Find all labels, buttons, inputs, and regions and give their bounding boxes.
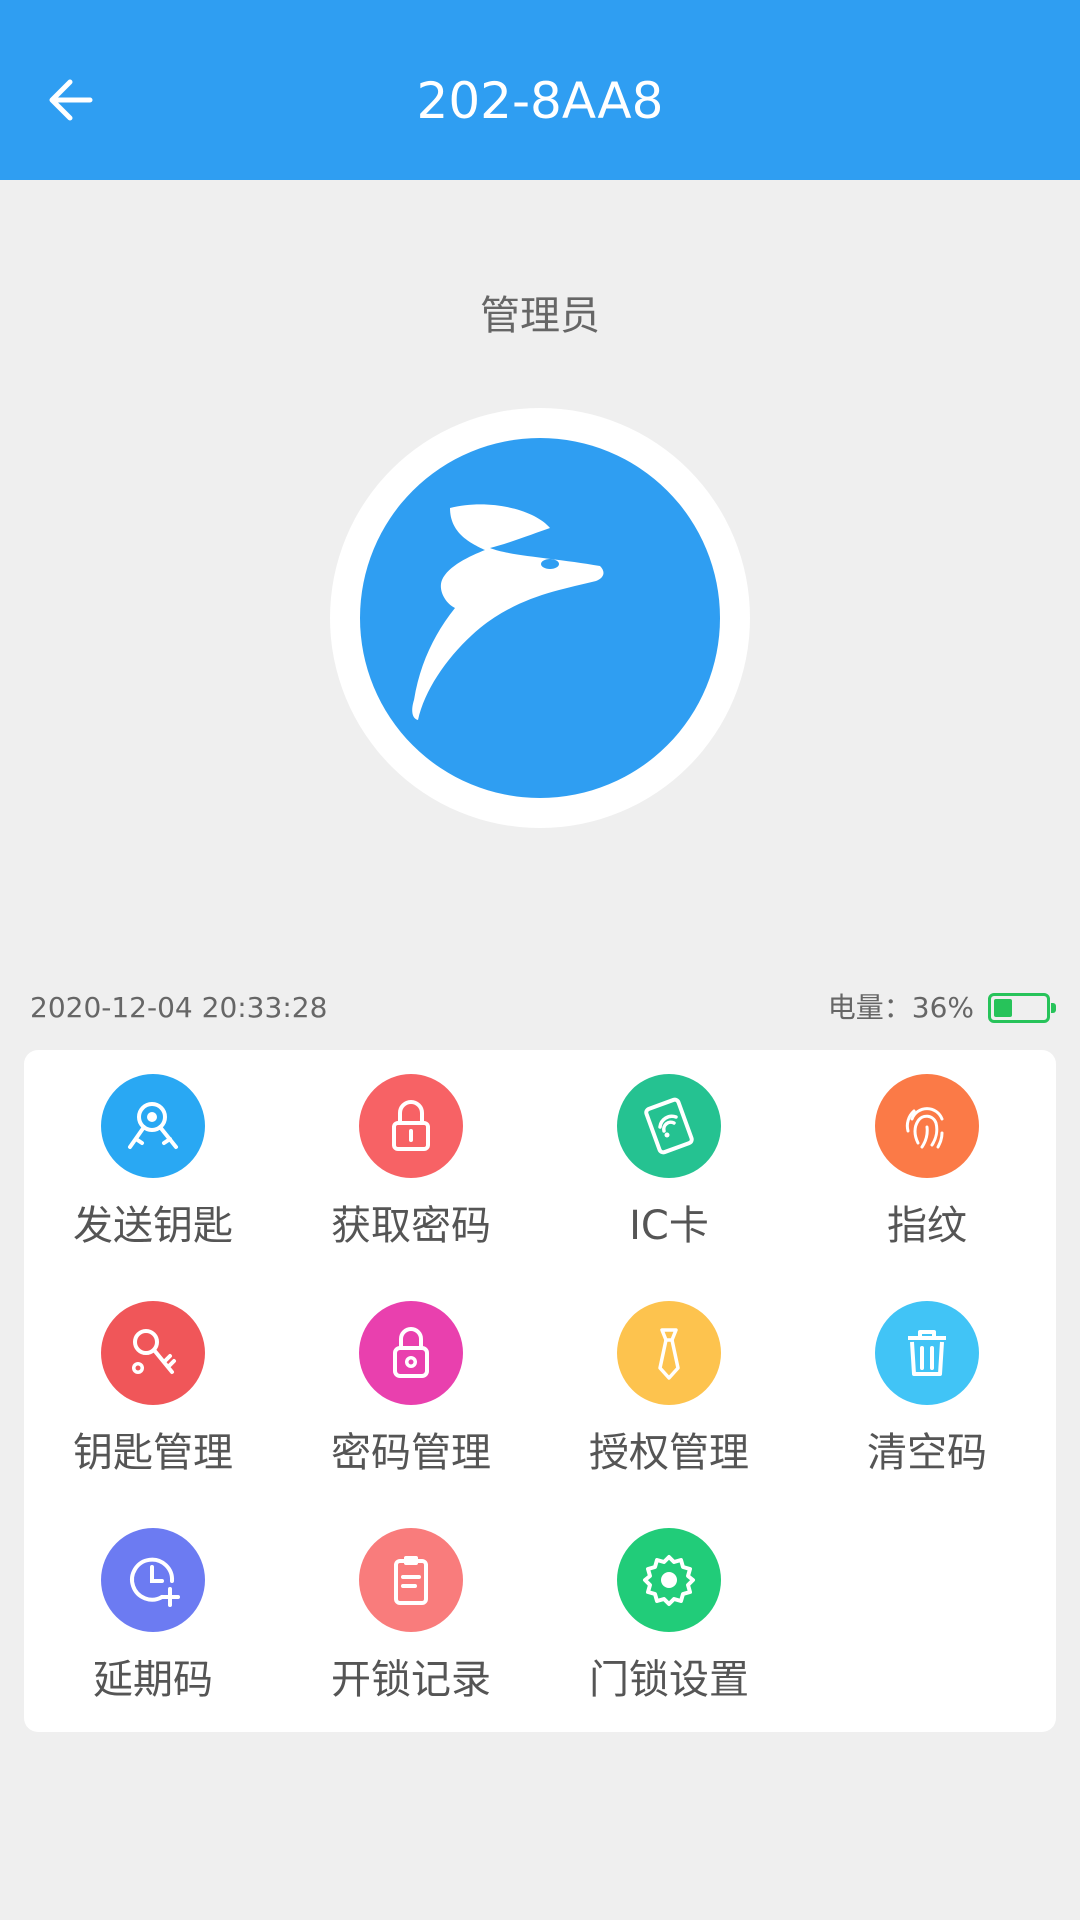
battery-status: 电量：36% [827, 990, 1056, 1026]
menu-label: 开锁记录 [331, 1657, 491, 1703]
ic-card-icon [644, 1097, 694, 1155]
password-manage-icon [393, 1327, 429, 1378]
menu-item-fingerprint[interactable]: 指纹 [798, 1074, 1056, 1301]
menu-item-unlock-record[interactable]: 开锁记录 [282, 1528, 540, 1755]
menu-label: 获取密码 [331, 1203, 491, 1249]
fingerprint-icon [905, 1107, 944, 1149]
lock-icon [392, 1100, 430, 1151]
clock-add-icon [130, 1557, 180, 1607]
function-panel: 发送钥匙 获取密码 IC卡 指纹 钥匙管理 密码管理 授权管理 清空码 延期码 … [24, 1050, 1056, 1732]
menu-label: 钥匙管理 [73, 1430, 233, 1476]
page-title: 202-8AA8 [416, 72, 664, 130]
menu-item-extension-code[interactable]: 延期码 [24, 1528, 282, 1755]
battery-icon [988, 993, 1056, 1023]
menu-item-password-management[interactable]: 密码管理 [282, 1301, 540, 1528]
menu-label: 指纹 [887, 1203, 967, 1249]
gear-icon [643, 1555, 695, 1606]
lock-avatar [330, 408, 750, 828]
menu-item-ic-card[interactable]: IC卡 [540, 1074, 798, 1301]
role-label: 管理员 [480, 293, 600, 339]
trash-icon [908, 1330, 946, 1376]
menu-label: 授权管理 [589, 1430, 749, 1476]
menu-label: 清空码 [867, 1430, 987, 1476]
header-bar: 202-8AA8 [0, 0, 1080, 180]
menu-item-key-management[interactable]: 钥匙管理 [24, 1301, 282, 1528]
menu-item-send-key[interactable]: 发送钥匙 [24, 1074, 282, 1301]
rabbit-logo-icon [412, 504, 604, 720]
key-manage-icon [132, 1329, 176, 1374]
menu-label: IC卡 [629, 1203, 709, 1249]
menu-label: 密码管理 [331, 1430, 491, 1476]
datetime-text: 2020-12-04 20:33:28 [30, 991, 328, 1024]
menu-item-get-password[interactable]: 获取密码 [282, 1074, 540, 1301]
clipboard-icon [394, 1556, 428, 1605]
menu-label: 门锁设置 [589, 1657, 749, 1703]
menu-item-authorization-management[interactable]: 授权管理 [540, 1301, 798, 1528]
tie-icon [658, 1328, 680, 1380]
send-key-icon [128, 1102, 178, 1149]
battery-label: 电量：36% [827, 991, 974, 1024]
menu-label: 发送钥匙 [73, 1203, 233, 1249]
menu-label: 延期码 [93, 1657, 213, 1703]
menu-item-lock-settings[interactable]: 门锁设置 [540, 1528, 798, 1755]
menu-item-clear-code[interactable]: 清空码 [798, 1301, 1056, 1528]
